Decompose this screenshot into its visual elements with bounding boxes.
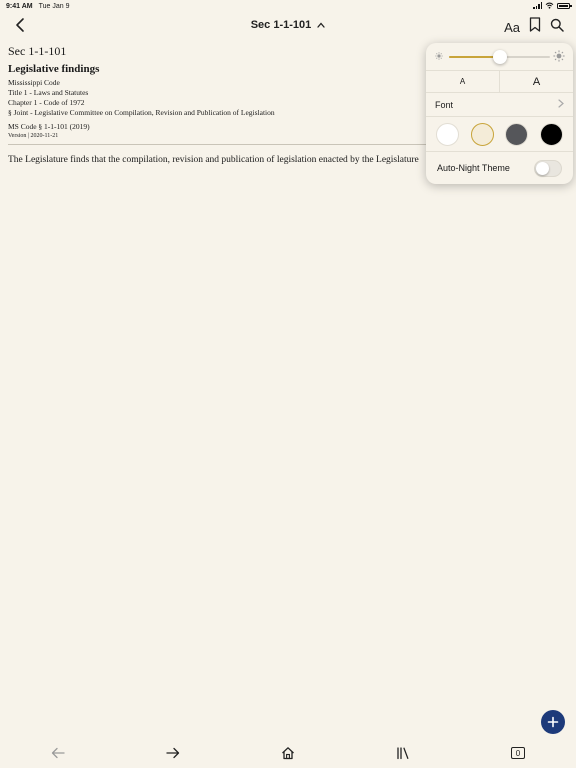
forward-history-button[interactable] — [164, 745, 182, 761]
home-button[interactable] — [279, 745, 297, 761]
library-button[interactable] — [394, 745, 412, 761]
auto-night-row: Auto-Night Theme — [426, 152, 573, 184]
brightness-slider-knob[interactable] — [492, 50, 507, 64]
nav-actions: Aa — [504, 17, 564, 37]
plus-icon — [547, 716, 559, 728]
add-button[interactable] — [541, 710, 565, 734]
appearance-popover: A A Font Auto-Night Theme — [426, 43, 573, 184]
battery-icon — [557, 2, 572, 9]
status-bar: 9:41 AM Tue Jan 9 — [0, 0, 576, 12]
status-icons — [533, 2, 572, 9]
tabs-button[interactable]: 0 — [509, 745, 527, 761]
decrease-font-size-button[interactable]: A — [426, 71, 499, 92]
font-row[interactable]: Font — [426, 93, 573, 117]
text-settings-button[interactable]: Aa — [504, 20, 520, 35]
auto-night-toggle[interactable] — [534, 159, 562, 177]
bookmark-icon — [529, 17, 541, 32]
search-button[interactable] — [550, 18, 564, 37]
theme-black-button[interactable] — [540, 122, 564, 146]
bookmark-button[interactable] — [529, 17, 541, 37]
search-icon — [550, 18, 564, 32]
bottom-toolbar: 0 — [0, 742, 576, 764]
large-a-label: A — [532, 75, 541, 88]
toggle-knob — [536, 161, 549, 175]
arrow-left-icon — [51, 747, 65, 759]
font-size-row: A A — [426, 71, 573, 93]
tab-count: 0 — [511, 747, 525, 759]
brightness-fill — [449, 56, 500, 58]
chevron-right-icon — [558, 99, 564, 110]
small-a-label: A — [459, 77, 466, 86]
nav-bar: Sec 1-1-101 Aa — [0, 14, 576, 38]
back-history-button[interactable] — [49, 745, 67, 761]
increase-font-size-button[interactable]: A — [499, 71, 573, 92]
home-icon — [282, 747, 294, 760]
cellular-signal-icon — [533, 2, 542, 9]
library-icon — [397, 747, 409, 760]
theme-sepia-button[interactable] — [470, 122, 494, 146]
brightness-slider[interactable] — [449, 50, 550, 64]
theme-white-button[interactable] — [435, 122, 459, 146]
section-body-text: The Legislature finds that the compilati… — [8, 155, 419, 165]
arrow-right-icon — [166, 747, 180, 759]
status-date: Tue Jan 9 — [38, 2, 70, 10]
theme-row — [426, 117, 573, 152]
sun-small-icon — [435, 52, 443, 60]
chevron-up-icon — [317, 19, 325, 31]
brightness-row — [426, 43, 573, 71]
sun-large-icon — [553, 50, 565, 62]
status-time: 9:41 AM — [6, 2, 33, 10]
auto-night-label: Auto-Night Theme — [437, 163, 510, 173]
section-title-button[interactable]: Sec 1-1-101 — [0, 19, 576, 31]
nav-title-text: Sec 1-1-101 — [250, 19, 312, 31]
theme-gray-button[interactable] — [505, 122, 529, 146]
font-label: Font — [435, 99, 454, 110]
wifi-icon — [545, 2, 554, 9]
